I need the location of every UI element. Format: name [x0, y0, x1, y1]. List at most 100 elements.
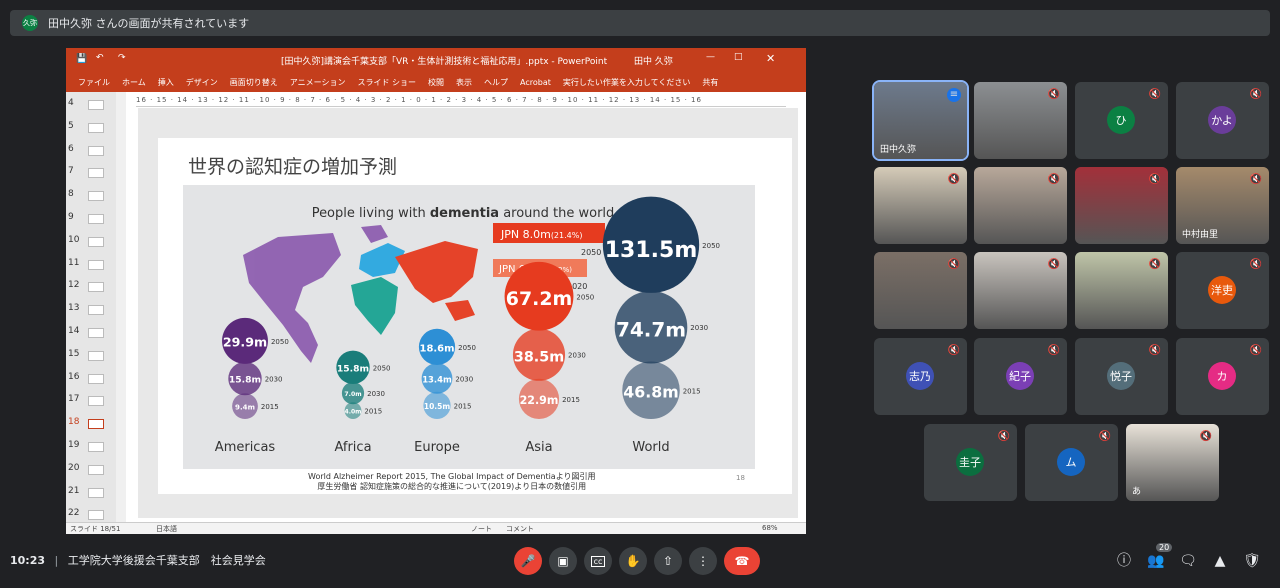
ribbon-tab[interactable]: デザイン — [186, 77, 218, 88]
meeting-title: 工学院大学後援会千葉支部 社会見学会 — [67, 554, 266, 567]
bubble-year-label: 2030 — [265, 376, 283, 384]
slide-thumbnail[interactable]: 16 — [66, 370, 116, 388]
bubble-year-label: 2050 — [576, 293, 594, 301]
participant-tile[interactable]: 🔇 — [1075, 167, 1168, 244]
participant-tile[interactable]: かよ 🔇 — [1176, 82, 1269, 159]
participant-tile[interactable]: 🔇 中村由里 — [1176, 167, 1269, 244]
mic-muted-icon: 🔇 — [1249, 345, 1263, 356]
participant-tile[interactable]: 洋吏 🔇 — [1176, 252, 1269, 329]
slide-thumbnail[interactable]: 14 — [66, 324, 116, 342]
participant-tile[interactable]: 悦子 🔇 — [1075, 338, 1168, 415]
participant-tile[interactable]: 紀子 🔇 — [974, 338, 1067, 415]
present-button[interactable]: ⇧ — [654, 547, 682, 575]
participant-tile[interactable]: 🔇 あ — [1126, 424, 1219, 501]
jpn-2050-year: 2050 — [581, 248, 601, 257]
slide-thumbnail[interactable]: 11 — [66, 256, 116, 274]
redo-icon[interactable]: ↷ — [118, 53, 126, 63]
share-button[interactable]: 共有 — [702, 77, 718, 88]
zoom-level[interactable]: 68% — [762, 524, 778, 532]
camera-icon: ▣ — [557, 554, 569, 568]
mic-toggle-button[interactable]: 🎤 — [514, 547, 542, 575]
leave-call-button[interactable]: ☎ — [724, 547, 760, 575]
slide-thumbnail-number: 21 — [68, 485, 80, 496]
raise-hand-button[interactable]: ✋ — [619, 547, 647, 575]
participant-tile[interactable]: ム 🔇 — [1025, 424, 1118, 501]
ribbon-tab[interactable]: Acrobat — [520, 78, 551, 87]
participant-tile[interactable]: 圭子 🔇 — [924, 424, 1017, 501]
ribbon-tab[interactable]: スライド ショー — [357, 77, 416, 88]
save-icon[interactable]: 💾 — [76, 54, 87, 64]
current-slide[interactable]: 世界の認知症の増加予測 People living with dementia … — [158, 138, 792, 494]
slide-thumbnail[interactable]: 10 — [66, 233, 116, 251]
minimize-icon[interactable]: — — [706, 52, 715, 62]
thumb-scrollbar[interactable] — [116, 92, 126, 522]
slide-thumbnail[interactable]: 17 — [66, 392, 116, 410]
slide-thumbnail[interactable]: 19 — [66, 438, 116, 456]
participant-tile[interactable]: 志乃 🔇 — [874, 338, 967, 415]
slide-thumbnail[interactable]: 9 — [66, 210, 116, 228]
participant-tile[interactable]: ひ 🔇 — [1075, 82, 1168, 159]
slide-thumbnail-image — [88, 259, 104, 270]
horizontal-ruler: 16 · 15 · 14 · 13 · 12 · 11 · 10 · 9 · 8… — [136, 96, 786, 107]
mic-muted-icon: 🔇 — [1148, 89, 1162, 100]
more-options-button[interactable]: ⋮ — [689, 547, 717, 575]
close-icon[interactable]: ✕ — [766, 52, 775, 65]
ppt-user-name: 田中 久弥 — [634, 57, 673, 67]
comments-button[interactable]: コメント — [506, 524, 534, 534]
ribbon-tab[interactable]: アニメーション — [290, 77, 346, 88]
hand-icon: ✋ — [625, 554, 641, 568]
participant-tile[interactable]: 🔇 — [874, 252, 967, 329]
notes-button[interactable]: ノート — [471, 524, 492, 534]
slide-thumbnail-image — [88, 122, 104, 133]
slide-thumbnail[interactable]: 5 — [66, 119, 116, 137]
language-indicator[interactable]: 日本語 — [156, 524, 177, 534]
ribbon-tab[interactable]: ファイル — [78, 77, 110, 88]
more-vert-icon: ⋮ — [697, 554, 709, 568]
undo-icon[interactable]: ↶ — [96, 53, 104, 63]
ribbon-tab[interactable]: 表示 — [456, 77, 472, 88]
slide-thumbnail[interactable]: 18 — [66, 415, 116, 433]
camera-toggle-button[interactable]: ▣ — [549, 547, 577, 575]
screen-share-banner: 久弥 田中久弥 さんの画面が共有されています — [10, 10, 1270, 36]
slide-thumbnail[interactable]: 7 — [66, 164, 116, 182]
slide-thumbnail-image — [88, 442, 104, 452]
slide-thumbnail[interactable]: 20 — [66, 461, 116, 479]
participant-tile[interactable]: 🔇 — [974, 167, 1067, 244]
slide-thumbnail[interactable]: 8 — [66, 187, 116, 205]
host-controls-icon[interactable]: 🛡 — [1242, 551, 1262, 571]
ribbon-tab[interactable]: 画面切り替え — [230, 77, 278, 88]
participant-tile[interactable]: 🔇 — [1075, 252, 1168, 329]
slide-thumbnail[interactable]: 15 — [66, 347, 116, 365]
slide-thumbnail[interactable]: 13 — [66, 301, 116, 319]
slide-thumbnail[interactable]: 12 — [66, 278, 116, 296]
mic-muted-icon: 🔇 — [947, 345, 961, 356]
chat-icon[interactable]: 🗨 — [1178, 551, 1198, 571]
slide-thumbnail-image — [88, 464, 104, 475]
activities-icon[interactable]: ▲ — [1210, 551, 1230, 571]
tell-me-search[interactable]: 実行したい作業を入力してください — [563, 77, 691, 88]
participant-tile[interactable]: 🔇 — [974, 252, 1067, 329]
participant-tile[interactable]: ≡ 田中久弥 — [872, 80, 969, 161]
slide-thumbnail[interactable]: 6 — [66, 142, 116, 160]
ribbon-tab[interactable]: ホーム — [122, 77, 146, 88]
slide-thumbnail-number: 9 — [68, 212, 74, 222]
participant-tile[interactable]: 🔇 — [874, 167, 967, 244]
slide-thumbnail[interactable]: 4 — [66, 96, 116, 114]
slide-thumbnail-number: 5 — [68, 120, 74, 131]
bubble-value-label: 7.0m — [344, 391, 361, 398]
bubble-value-label: 4.0m — [345, 409, 362, 416]
ribbon-tab[interactable]: ヘルプ — [484, 77, 508, 88]
ribbon-tab[interactable]: 挿入 — [158, 77, 174, 88]
bubble-year-label: 2015 — [683, 387, 701, 395]
people-icon[interactable]: 👥 — [1146, 551, 1166, 571]
info-icon[interactable]: ⓘ — [1114, 551, 1134, 571]
participant-tile[interactable]: カ 🔇 — [1176, 338, 1269, 415]
participant-tile[interactable]: 🔇 — [974, 82, 1067, 159]
ribbon-tab[interactable]: 校閲 — [428, 77, 444, 88]
maximize-icon[interactable]: □ — [734, 52, 743, 62]
bubble-year-label: 2030 — [690, 324, 708, 332]
mic-muted-icon: 🔇 — [1098, 431, 1112, 442]
participant-name: 田中久弥 — [880, 145, 917, 155]
slide-thumbnail[interactable]: 21 — [66, 484, 116, 502]
captions-button[interactable]: cc — [584, 547, 612, 575]
